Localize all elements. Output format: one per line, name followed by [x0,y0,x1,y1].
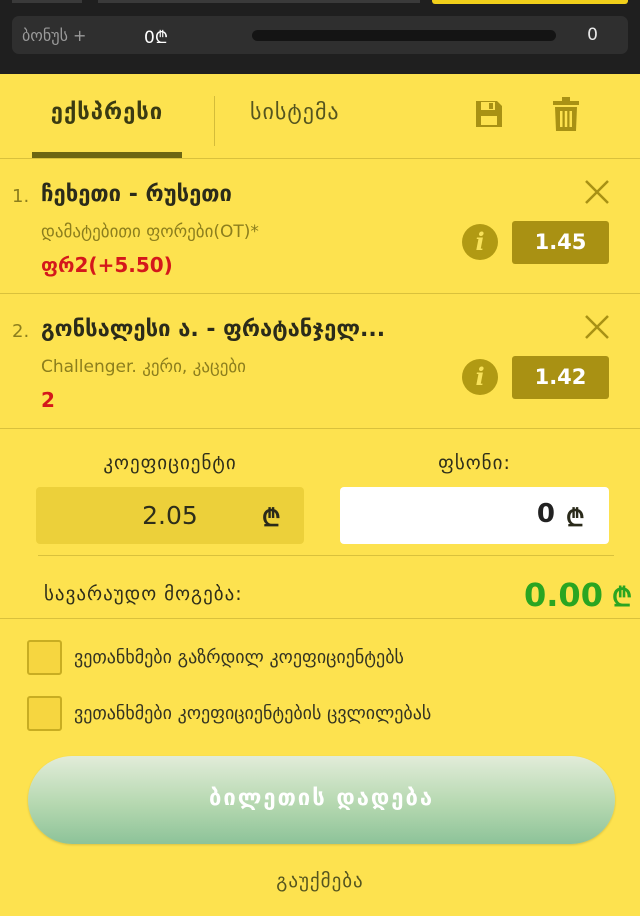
info-icon[interactable]: i [462,359,498,395]
bet-number: 2. [12,321,30,342]
top-bar: ბონუს + 0₾ 0 [0,0,640,74]
info-icon[interactable]: i [462,224,498,260]
coefficient-field: 2.05 ₾ [36,487,304,544]
potential-win-value: 0.00 [524,576,603,614]
cancel-button[interactable]: გაუქმება [0,870,640,892]
bonus-row: ბონუს + 0₾ 0 [12,16,628,54]
bet-pick: 2 [41,388,55,412]
tab-express[interactable]: ექსპრესი [32,100,182,125]
accept-increased-odds-checkbox[interactable] [27,640,62,675]
top-strip-accent [432,0,628,4]
stake-value: 0 [536,499,555,529]
coefficient-label: კოეფიციენტი [103,452,237,474]
divider [0,158,640,159]
bonus-progress-bar [252,30,556,41]
save-icon[interactable] [474,99,504,129]
bonus-label: ბონუს + [22,26,87,45]
bet-title: გონსალესი ა. - ფრატანჯელ... [41,317,386,342]
divider [0,618,640,619]
currency-symbol: ₾ [612,583,633,613]
currency-symbol: ₾ [262,504,281,532]
bet-market: Challenger. კერი, კაცები [41,357,246,377]
stake-input[interactable]: 0 ₾ [340,487,609,544]
bet-pick: ფრ2(+5.50) [41,253,173,277]
currency-symbol: ₾ [566,504,585,532]
bonus-amount: 0₾ [144,28,168,48]
tab-divider [214,96,215,146]
bet-title: ჩეხეთი - რუსეთი [41,182,232,207]
accept-odds-change-checkbox[interactable] [27,696,62,731]
bet-number: 1. [12,186,30,207]
close-icon[interactable] [584,314,610,340]
checkbox-label: ვეთანხმები კოეფიციენტების ცვლილებას [74,703,432,724]
trash-icon[interactable] [553,97,579,131]
odds-box: 1.45 [512,221,609,264]
place-bet-label: ბილეთის დადება [208,786,435,811]
tab-system[interactable]: სისტემა [250,100,340,125]
bonus-count: 0 [587,25,598,45]
divider [38,555,614,556]
divider [0,293,640,294]
top-strip [98,0,420,3]
odds-box: 1.42 [512,356,609,399]
divider [0,428,640,429]
potential-win-label: სავარაუდო მოგება: [44,583,243,605]
stake-label: ფსონი: [438,452,511,474]
bet-market: დამატებითი ფორები(OT)* [41,222,259,242]
checkbox-label: ვეთანხმები გაზრდილ კოეფიციენტებს [74,647,404,668]
place-bet-button[interactable]: ბილეთის დადება [28,756,615,844]
top-strip [12,0,82,3]
close-icon[interactable] [584,179,610,205]
